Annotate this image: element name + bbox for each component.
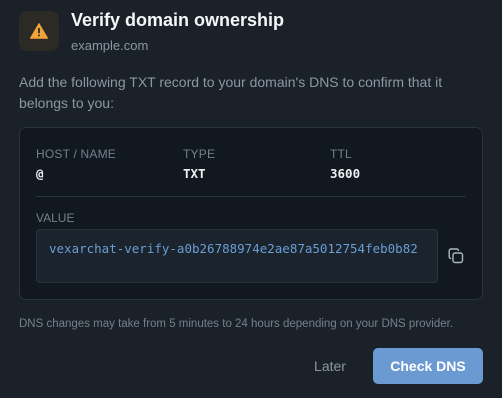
ttl-value: 3600 xyxy=(330,166,361,181)
copy-icon xyxy=(448,248,464,264)
dns-record-card: HOST / NAME @ TYPE TXT TTL 3600 VALUE ve… xyxy=(19,127,483,300)
host-label: HOST / NAME xyxy=(36,147,116,161)
domain-name: example.com xyxy=(71,38,149,53)
warning-icon xyxy=(30,23,48,39)
ttl-label: TTL xyxy=(330,147,352,161)
verify-domain-dialog: Verify domain ownership example.com Add … xyxy=(0,0,502,398)
check-dns-button[interactable]: Check DNS xyxy=(373,348,483,384)
host-value: @ xyxy=(36,166,44,181)
dialog-title: Verify domain ownership xyxy=(71,10,285,30)
type-value: TXT xyxy=(183,166,206,181)
txt-value-field[interactable]: vexarchat-verify-a0b26788974e2ae87a50127… xyxy=(36,229,438,283)
copy-button[interactable] xyxy=(445,245,467,267)
record-divider xyxy=(36,196,466,197)
later-button[interactable]: Later xyxy=(300,348,360,384)
propagation-note: DNS changes may take from 5 minutes to 2… xyxy=(19,318,454,330)
warning-badge xyxy=(19,11,59,51)
type-label: TYPE xyxy=(183,147,216,161)
value-label: VALUE xyxy=(36,211,75,225)
instructions-text: Add the following TXT record to your dom… xyxy=(19,74,443,111)
